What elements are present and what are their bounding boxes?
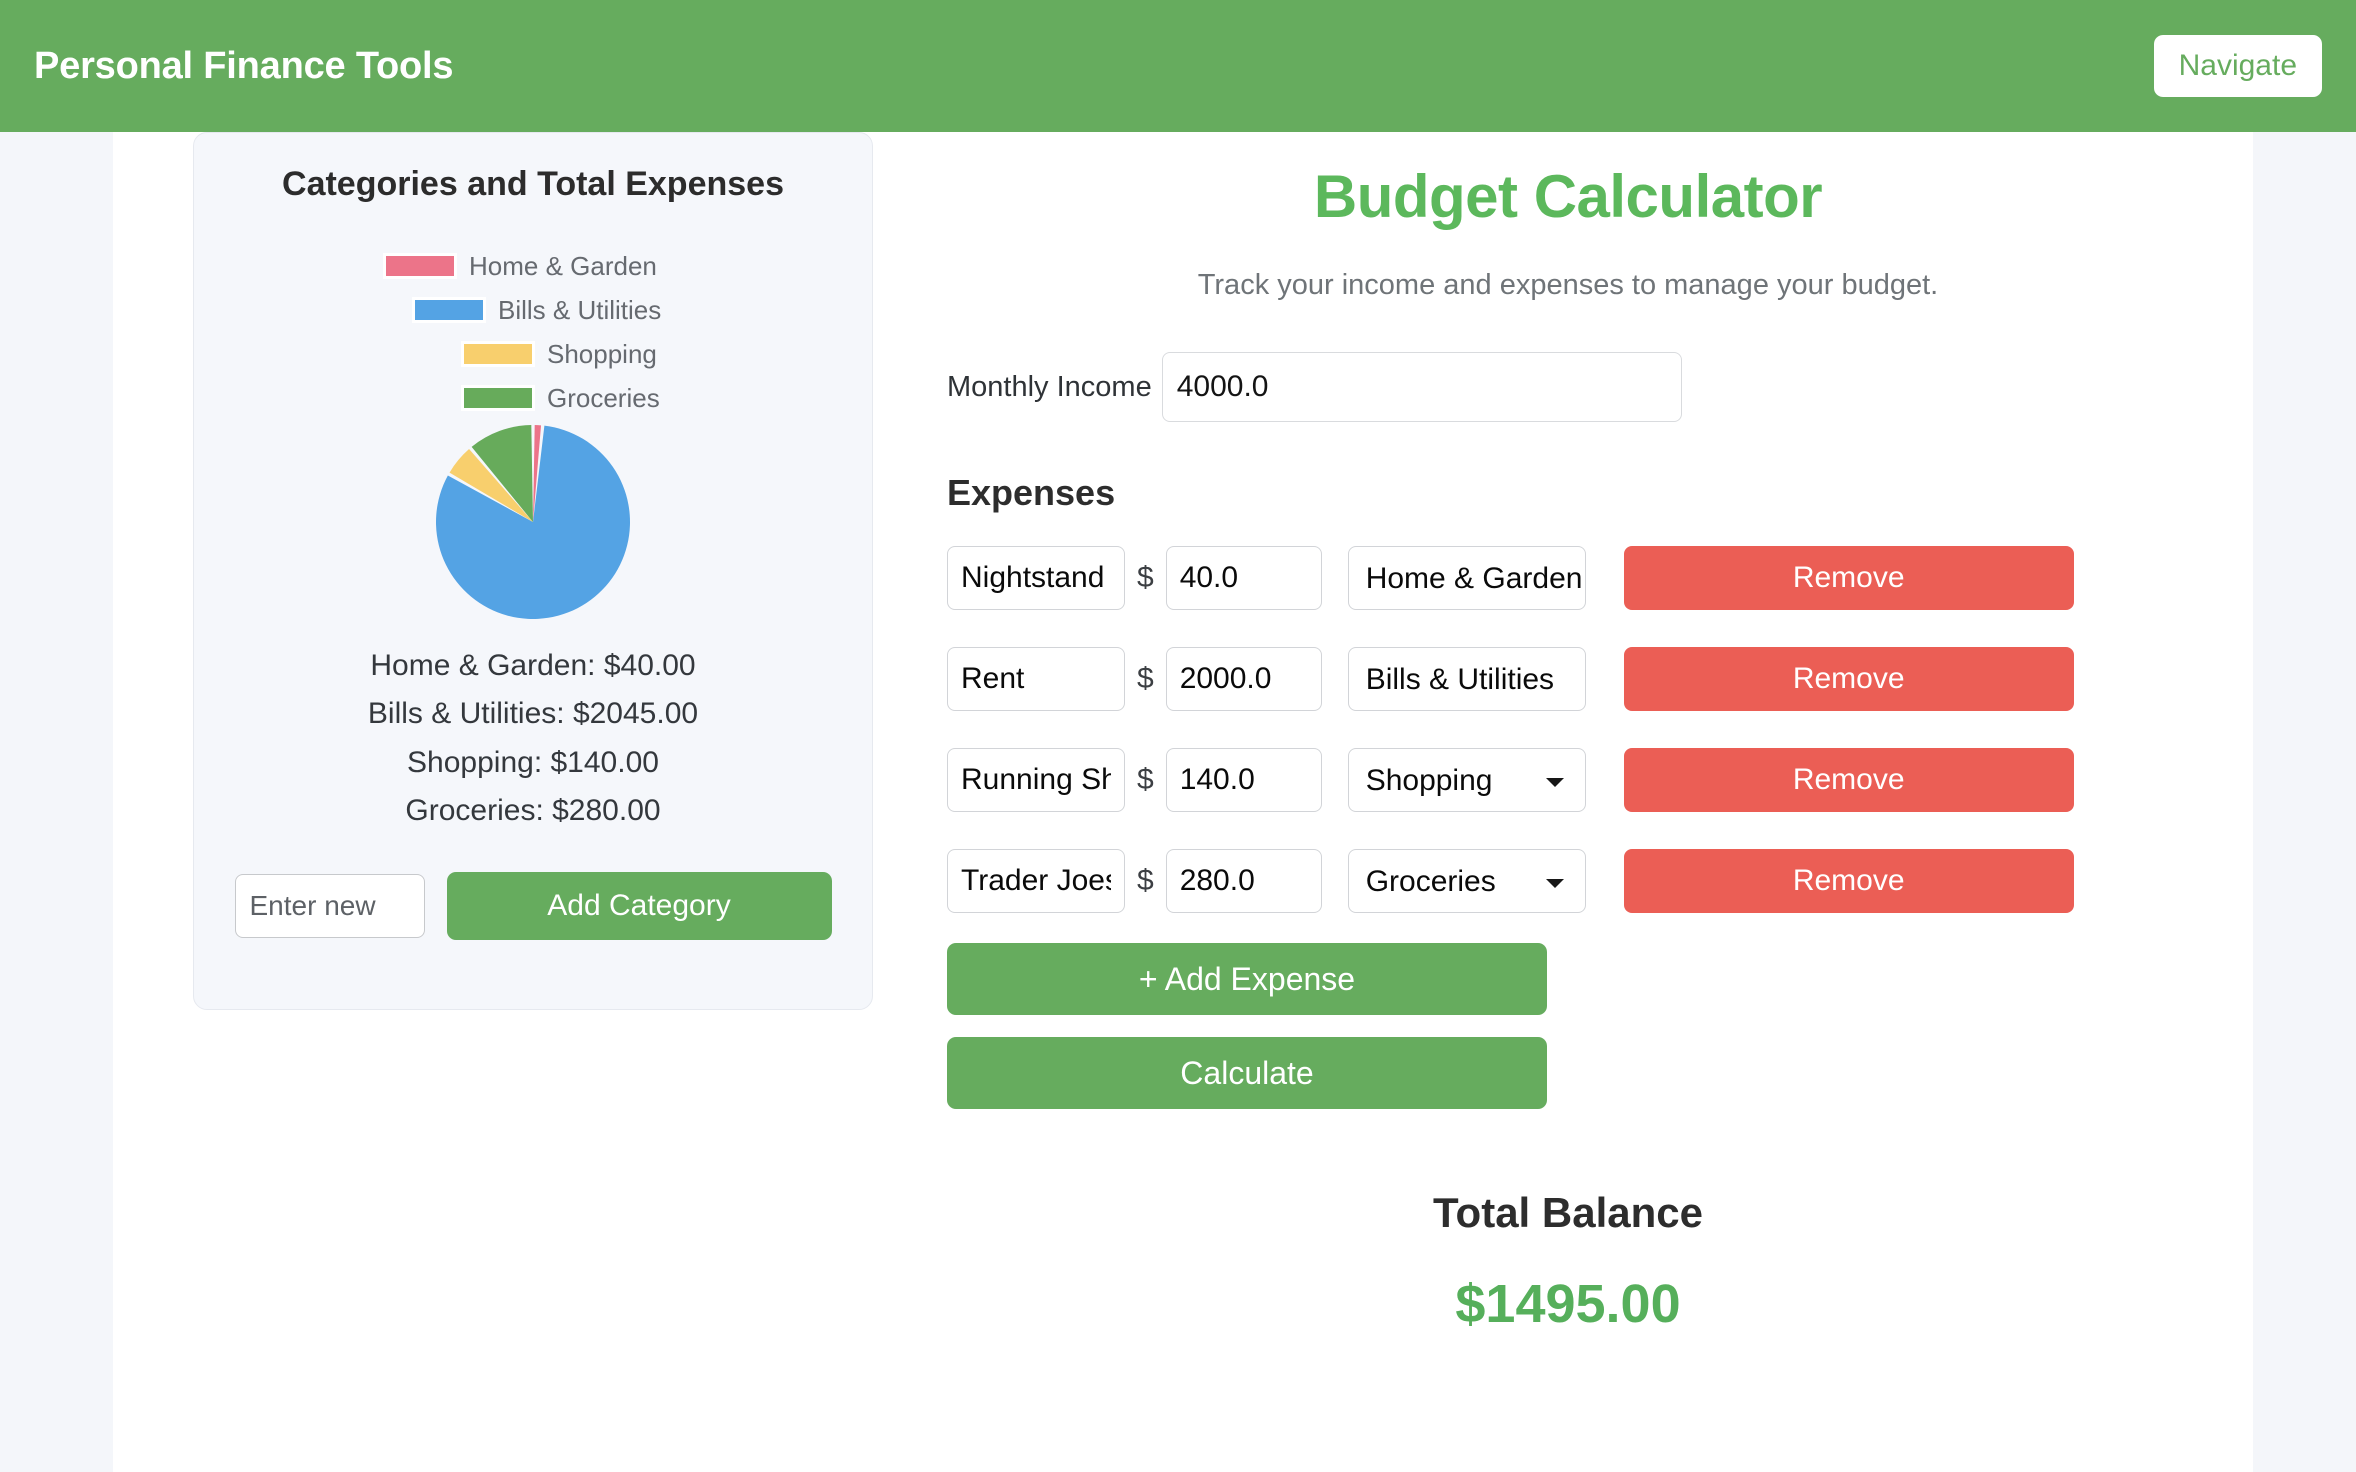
legend-label: Shopping — [547, 338, 657, 369]
remove-expense-button[interactable]: Remove — [1623, 849, 2074, 913]
expense-category-value: Home & Garden — [1365, 562, 1583, 595]
expense-category-value: Groceries — [1365, 865, 1496, 898]
monthly-income-label: Monthly Income — [947, 370, 1152, 403]
monthly-income-input[interactable] — [1161, 352, 1682, 422]
legend-item: Home & Garden — [383, 244, 683, 288]
remove-expense-button[interactable]: Remove — [1623, 546, 2074, 610]
expense-category-value: Bills & Utilities — [1365, 663, 1555, 696]
app-brand-title: Personal Finance Tools — [34, 44, 454, 87]
expense-row: $ Shopping Remove — [947, 740, 2253, 820]
legend-swatch-groceries — [461, 385, 535, 411]
calculate-button[interactable]: Calculate — [947, 1037, 1547, 1109]
legend-swatch-shopping — [461, 341, 535, 367]
dollar-sign-icon: $ — [1137, 561, 1154, 594]
expense-name-input[interactable] — [947, 546, 1125, 610]
monthly-income-row: Monthly Income — [883, 352, 2253, 422]
expense-rows-list: $ Home & Garden Remove $ Bills & Utiliti… — [883, 538, 2253, 921]
expense-amount-input[interactable] — [1165, 748, 1322, 812]
budget-calculator-panel: Budget Calculator Track your income and … — [883, 132, 2253, 1472]
category-total-row: Shopping: $140.00 — [407, 745, 659, 779]
remove-expense-button[interactable]: Remove — [1623, 748, 2074, 812]
expense-category-value: Shopping — [1365, 764, 1493, 797]
legend-item: Groceries — [383, 376, 683, 420]
navigate-button[interactable]: Navigate — [2153, 35, 2322, 97]
total-balance-value: $1495.00 — [1455, 1274, 1681, 1334]
categories-card-title: Categories and Total Expenses — [282, 165, 784, 203]
categories-card: Categories and Total Expenses Home & Gar… — [193, 132, 873, 1010]
legend-swatch-bills-utilities — [412, 297, 486, 323]
dollar-sign-icon: $ — [1137, 662, 1154, 695]
expenses-pie-chart — [413, 422, 653, 622]
expense-category-select[interactable]: Home & Garden — [1347, 546, 1586, 610]
legend-label: Home & Garden — [469, 250, 657, 281]
expense-category-select[interactable]: Groceries — [1347, 849, 1586, 913]
expenses-heading: Expenses — [947, 472, 1116, 513]
expense-category-select[interactable]: Bills & Utilities — [1347, 647, 1586, 711]
expense-amount-input[interactable] — [1165, 546, 1322, 610]
legend-swatch-home-garden — [383, 253, 457, 279]
add-category-button[interactable]: Add Category — [446, 871, 832, 940]
category-total-row: Bills & Utilities: $2045.00 — [367, 697, 699, 731]
expense-row: $ Home & Garden Remove — [947, 538, 2253, 618]
expense-row: $ Groceries Remove — [947, 841, 2253, 921]
expense-category-select[interactable]: Shopping — [1347, 748, 1586, 812]
expense-row: $ Bills & Utilities Remove — [947, 639, 2253, 719]
page-title: Budget Calculator — [1313, 163, 1823, 230]
total-balance-heading: Total Balance — [1433, 1189, 1703, 1236]
chevron-down-icon — [1545, 879, 1564, 888]
category-totals-list: Home & Garden: $40.00 Bills & Utilities:… — [194, 642, 872, 836]
dollar-sign-icon: $ — [1137, 763, 1154, 796]
expense-name-input[interactable] — [947, 748, 1125, 812]
content-container: Categories and Total Expenses Home & Gar… — [113, 132, 2253, 1472]
dollar-sign-icon: $ — [1137, 864, 1154, 897]
expense-name-input[interactable] — [947, 647, 1125, 711]
legend-label: Bills & Utilities — [498, 294, 662, 325]
legend-item: Shopping — [383, 332, 683, 376]
add-expense-button[interactable]: + Add Expense — [947, 943, 1547, 1015]
category-total-row: Home & Garden: $40.00 — [370, 649, 696, 682]
pie-chart-svg — [436, 425, 630, 619]
legend-item: Bills & Utilities — [383, 288, 683, 332]
top-navbar: Personal Finance Tools Navigate — [0, 0, 2356, 132]
new-category-input[interactable] — [234, 873, 425, 938]
remove-expense-button[interactable]: Remove — [1623, 647, 2074, 711]
pie-chart-legend: Home & Garden Bills & Utilities Shopping… — [194, 244, 872, 420]
expense-name-input[interactable] — [947, 849, 1125, 913]
legend-label: Groceries — [547, 382, 660, 413]
page-body: Categories and Total Expenses Home & Gar… — [0, 132, 2356, 1472]
chevron-down-icon — [1545, 778, 1564, 787]
expense-amount-input[interactable] — [1165, 849, 1322, 913]
category-total-row: Groceries: $280.00 — [405, 794, 661, 828]
expense-amount-input[interactable] — [1165, 647, 1322, 711]
page-subtitle: Track your income and expenses to manage… — [1197, 269, 1939, 301]
add-category-row: Add Category — [194, 871, 872, 940]
